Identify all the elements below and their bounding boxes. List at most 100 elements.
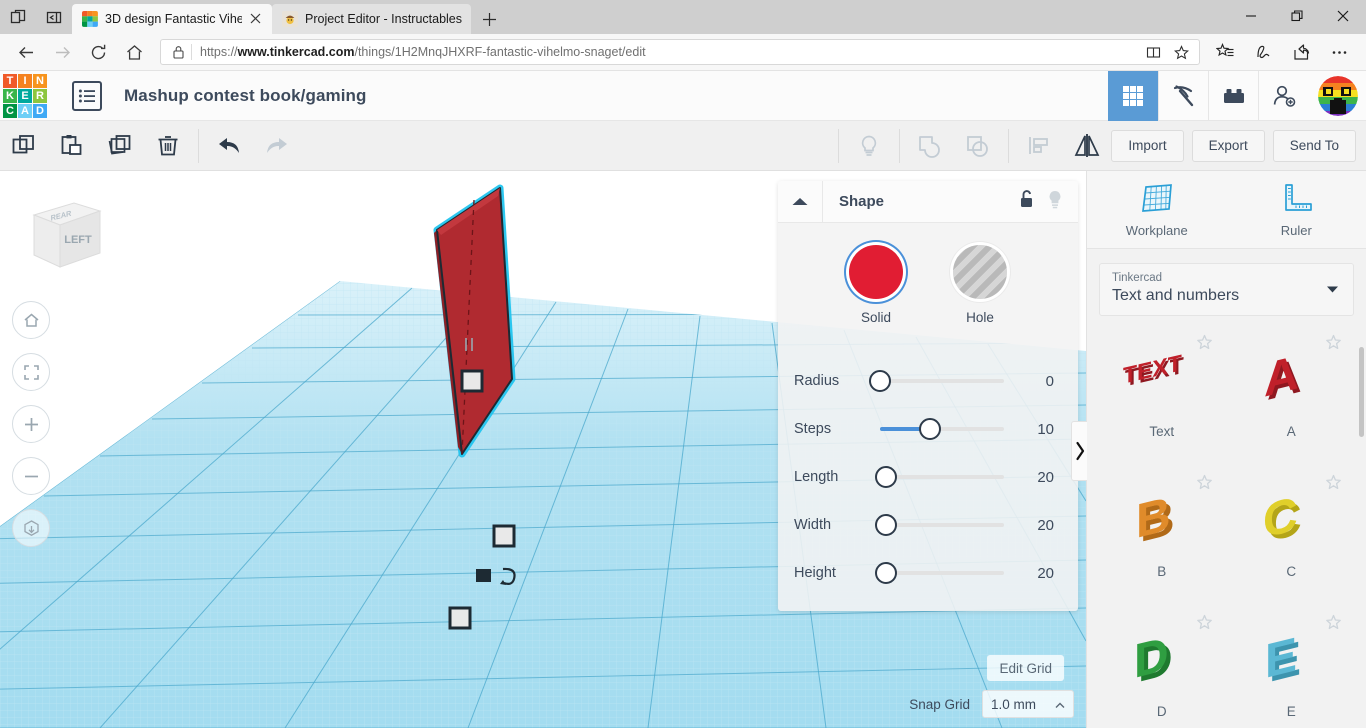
panel-scrollbar[interactable] [1359, 347, 1364, 437]
new-tab-button[interactable] [471, 4, 507, 34]
shape-library-select[interactable]: Tinkercad Text and numbers [1099, 263, 1354, 317]
duplicate-icon[interactable] [96, 121, 144, 171]
shape-panel-title: Shape [839, 193, 885, 210]
tab-close-icon[interactable] [249, 12, 263, 26]
slider-value-radius[interactable]: 0 [1008, 373, 1078, 390]
minimize-button[interactable] [1228, 0, 1274, 32]
logo-cell-i: I [18, 73, 32, 88]
share-icon[interactable] [1282, 37, 1320, 67]
browser-navbar: https://www.tinkercad.com/things/1H2MnqJ… [0, 34, 1366, 71]
snap-grid-select[interactable]: 1.0 mm [982, 690, 1074, 718]
favorites-list-icon[interactable] [1206, 37, 1244, 67]
star-outline-icon[interactable] [1325, 614, 1342, 636]
hole-mode-label: Hole [966, 310, 994, 325]
library-item-d[interactable]: D D D [1097, 606, 1227, 728]
logo-cell-d: D [33, 103, 47, 118]
logo-cell-t: T [3, 73, 17, 88]
hole-mode-option[interactable]: Hole [953, 245, 1007, 325]
slider-knob-radius[interactable] [869, 370, 891, 392]
library-label-d: D [1156, 704, 1167, 720]
star-outline-icon[interactable] [1325, 334, 1342, 356]
import-button[interactable]: Import [1111, 129, 1184, 162]
ruler-tool[interactable]: Ruler [1227, 171, 1366, 248]
more-ellipsis-icon[interactable] [1320, 37, 1358, 67]
pen-annotate-icon[interactable] [1244, 37, 1282, 67]
slider-track-radius[interactable] [869, 370, 1004, 392]
refresh-icon[interactable] [80, 37, 116, 67]
project-list-icon[interactable] [72, 80, 102, 111]
browser-tab-1[interactable]: Project Editor - Instructables [272, 4, 472, 34]
slider-value-height[interactable]: 20 [1008, 565, 1078, 582]
workplane-tool[interactable]: Workplane [1087, 171, 1227, 248]
slider-knob-width[interactable] [875, 514, 898, 536]
star-outline-icon[interactable] [1325, 474, 1342, 496]
address-bar[interactable]: https://www.tinkercad.com/things/1H2MnqJ… [160, 39, 1200, 65]
blocks-brick-icon[interactable] [1208, 70, 1258, 121]
lightbulb-icon[interactable] [1046, 189, 1064, 215]
toolbar-divider [899, 128, 901, 163]
tab-list-icon[interactable] [0, 0, 36, 34]
tinkercad-logo[interactable]: T I N K E R C A D [2, 73, 48, 119]
add-user-icon[interactable] [1258, 70, 1308, 121]
home-view-icon[interactable] [12, 301, 50, 339]
chevron-down-icon[interactable] [1326, 281, 1339, 299]
library-item-b[interactable]: B B B [1097, 466, 1227, 606]
mirror-flip-icon[interactable] [1063, 121, 1111, 171]
star-outline-icon[interactable] [1196, 474, 1213, 496]
slider-knob-length[interactable] [875, 466, 898, 488]
zoom-in-icon[interactable] [12, 405, 50, 443]
solid-color-swatch[interactable] [849, 245, 903, 299]
slider-track-height[interactable] [875, 562, 1004, 584]
home-icon[interactable] [116, 37, 152, 67]
back-arrow-icon[interactable] [8, 37, 44, 67]
browser-tab-0[interactable]: 3D design Fantastic Vihe [72, 4, 272, 34]
ungroup-icon [954, 121, 1002, 171]
copy-icon[interactable] [0, 121, 48, 171]
slider-track-steps[interactable] [880, 418, 1004, 440]
unlock-icon[interactable] [1018, 189, 1036, 215]
slider-row-length: Length 20 [778, 453, 1078, 501]
orthographic-toggle-icon[interactable] [12, 509, 50, 547]
slider-knob-height[interactable] [875, 562, 898, 584]
slider-knob-steps[interactable] [918, 418, 941, 440]
send-to-button[interactable]: Send To [1272, 129, 1356, 162]
align-icon [1015, 121, 1063, 171]
view-cube[interactable]: LEFT REAR [18, 193, 102, 277]
paste-icon[interactable] [48, 121, 96, 171]
library-item-c[interactable]: C C C [1227, 466, 1357, 606]
chevron-right-icon[interactable] [1071, 421, 1087, 481]
export-button[interactable]: Export [1191, 129, 1265, 162]
library-item-text[interactable]: TEXT TEXT Text [1097, 326, 1227, 466]
slider-row-radius: Radius 0 [778, 357, 1078, 405]
user-avatar[interactable] [1318, 75, 1358, 116]
solid-mode-option[interactable]: Solid [849, 245, 903, 325]
star-outline-icon[interactable] [1196, 334, 1213, 356]
toolbar-middle-group [832, 121, 1111, 171]
star-favorite-icon[interactable] [1167, 39, 1195, 65]
tab-collapse-icon[interactable] [36, 0, 72, 34]
grid-view-icon[interactable] [1108, 70, 1158, 121]
close-button[interactable] [1320, 0, 1366, 32]
slider-value-width[interactable]: 20 [1008, 517, 1078, 534]
edit-grid-button[interactable]: Edit Grid [987, 655, 1064, 681]
slider-value-length[interactable]: 20 [1008, 469, 1078, 486]
star-outline-icon[interactable] [1196, 614, 1213, 636]
pickaxe-icon[interactable] [1158, 70, 1208, 121]
browser-titlebar: 3D design Fantastic Vihe Project Editor … [0, 0, 1366, 34]
restore-button[interactable] [1274, 0, 1320, 32]
slider-track-length[interactable] [875, 466, 1004, 488]
library-item-a[interactable]: A A A [1227, 326, 1357, 466]
zoom-out-icon[interactable] [12, 457, 50, 495]
chevron-up-icon[interactable] [778, 181, 822, 223]
slider-track-width[interactable] [875, 514, 1004, 536]
library-item-e[interactable]: E E E [1227, 606, 1357, 728]
lightbulb-icon [845, 121, 893, 171]
undo-icon[interactable] [205, 121, 253, 171]
delete-trash-icon[interactable] [144, 121, 192, 171]
reading-view-icon[interactable] [1139, 39, 1167, 65]
slider-value-steps[interactable]: 10 [1008, 421, 1078, 438]
fit-to-view-icon[interactable] [12, 353, 50, 391]
browser-tab-title: Project Editor - Instructables [305, 12, 463, 26]
hole-swatch[interactable] [953, 245, 1007, 299]
shape-properties-panel[interactable]: Shape Solid Hole Radius 0 Steps 10 Lengt… [778, 181, 1078, 611]
